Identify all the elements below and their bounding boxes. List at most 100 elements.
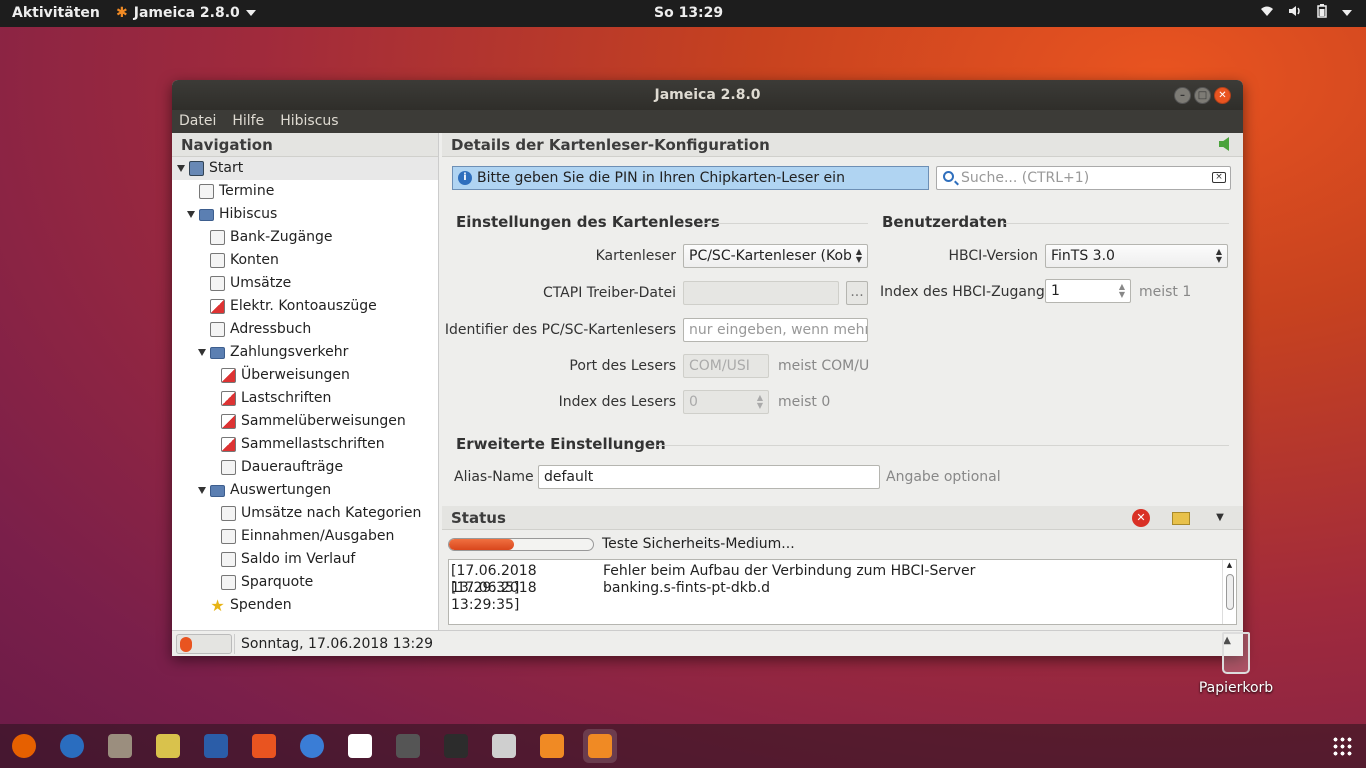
- clear-icon[interactable]: ×: [1212, 172, 1226, 183]
- dock-app[interactable]: [343, 729, 377, 763]
- reader-section-title: Einstellungen des Kartenlesers: [456, 213, 720, 231]
- nav-item-label: Konten: [230, 252, 279, 268]
- expand-triangle-icon[interactable]: [198, 487, 206, 494]
- log-time: [17.06.2018 13:29:35]: [451, 563, 537, 596]
- status-title: Status: [451, 509, 506, 527]
- hbci-index-spinner[interactable]: 1 ▲ ▼: [1045, 279, 1131, 303]
- jameica-icon: [540, 734, 564, 758]
- pdf-statement-icon: [210, 299, 225, 314]
- nav-item[interactable]: Einnahmen/Ausgaben: [209, 525, 394, 548]
- thunderbird-icon: [60, 734, 84, 758]
- kartenleser-select[interactable]: PC/SC-Kartenleser (Kob ▲ ▼: [683, 244, 868, 268]
- identifier-input[interactable]: nur eingeben, wenn mehrer: [683, 318, 868, 342]
- nav-item[interactable]: Zahlungsverkehr: [198, 341, 348, 364]
- rhythmbox-icon: [156, 734, 180, 758]
- nav-item-label: Umsätze nach Kategorien: [241, 505, 422, 521]
- hbci-index-hint: meist 1: [1139, 284, 1192, 300]
- nav-item[interactable]: Sammelüberweisungen: [209, 410, 406, 433]
- monitor-icon: [189, 161, 204, 176]
- back-arrow-icon[interactable]: [1219, 137, 1229, 151]
- window-titlebar[interactable]: Jameica 2.8.0 – □ ✕: [172, 80, 1243, 110]
- nav-item[interactable]: Überweisungen: [209, 364, 350, 387]
- nav-item[interactable]: Start: [172, 157, 438, 180]
- nav-item[interactable]: Adressbuch: [198, 318, 311, 341]
- nav-item[interactable]: Elektr. Kontoauszüge: [198, 295, 377, 318]
- status-log[interactable]: [17.06.2018 13:29:35] Fehler beim Aufbau…: [448, 559, 1237, 625]
- nav-item[interactable]: Auswertungen: [198, 479, 331, 502]
- nav-item[interactable]: Hibiscus: [187, 203, 277, 226]
- clear-log-icon[interactable]: ✕: [1132, 509, 1150, 527]
- reader-index-spinner[interactable]: 0 ▲ ▼: [683, 390, 769, 414]
- nav-item[interactable]: Saldo im Verlauf: [209, 548, 355, 571]
- clock[interactable]: So 13:29: [654, 5, 723, 21]
- nav-item[interactable]: Umsätze: [198, 272, 291, 295]
- dock: [0, 724, 1366, 768]
- status-header: Status ✕ ▼: [442, 506, 1243, 530]
- calendar-icon: [199, 184, 214, 199]
- nav-item[interactable]: Umsätze nach Kategorien: [209, 502, 421, 525]
- scroll-up-icon[interactable]: ▲: [1223, 560, 1236, 570]
- help-icon: [300, 734, 324, 758]
- nav-item-label: Adressbuch: [230, 321, 312, 337]
- dock-app[interactable]: [247, 729, 281, 763]
- dock-app[interactable]: [103, 729, 137, 763]
- details-panel: Details der Kartenleser-Konfiguration i …: [442, 133, 1243, 503]
- dock-app[interactable]: [151, 729, 185, 763]
- hbci-version-select[interactable]: FinTS 3.0 ▲ ▼: [1045, 244, 1228, 268]
- ctapi-browse-button[interactable]: ...: [846, 281, 868, 305]
- expand-triangle-icon[interactable]: [177, 165, 185, 172]
- dock-app[interactable]: [55, 729, 89, 763]
- maximize-button[interactable]: □: [1194, 87, 1211, 104]
- dock-app[interactable]: [535, 729, 569, 763]
- alias-input[interactable]: default: [538, 465, 880, 489]
- log-time: [17.06.2018 13:29:35]: [451, 580, 537, 613]
- activities-button[interactable]: Aktivitäten: [12, 5, 100, 21]
- show-apps-icon[interactable]: [1332, 736, 1352, 756]
- nav-item[interactable]: Termine: [187, 180, 274, 203]
- nav-item[interactable]: Bank-Zugänge: [198, 226, 333, 249]
- app-menu[interactable]: ✱ Jameica 2.8.0: [116, 5, 256, 21]
- info-message: i Bitte geben Sie die PIN in Ihren Chipk…: [452, 166, 929, 190]
- minimize-button[interactable]: –: [1174, 87, 1191, 104]
- ctapi-field[interactable]: [683, 281, 839, 305]
- nav-item[interactable]: Sparquote: [209, 571, 313, 594]
- hbci-index-value: 1: [1051, 283, 1060, 299]
- scrollbar-thumb[interactable]: [1226, 574, 1234, 610]
- nav-item[interactable]: Sammellastschriften: [209, 433, 385, 456]
- menu-hibiscus[interactable]: Hibiscus: [280, 110, 338, 133]
- collapse-icon[interactable]: ▼: [1211, 509, 1229, 527]
- reader-index-label: Index des Lesers: [558, 394, 676, 410]
- system-tray[interactable]: [1260, 4, 1352, 22]
- nav-item[interactable]: Daueraufträge: [209, 456, 343, 479]
- expand-triangle-icon[interactable]: [198, 349, 206, 356]
- menu-hilfe[interactable]: Hilfe: [232, 110, 264, 133]
- activity-indicator[interactable]: [176, 634, 232, 654]
- search-input[interactable]: Suche... (CTRL+1) ×: [936, 166, 1231, 190]
- dock-app[interactable]: [7, 729, 41, 763]
- port-input[interactable]: COM/USI: [683, 354, 769, 378]
- dock-app[interactable]: [487, 729, 521, 763]
- menu-datei[interactable]: Datei: [179, 110, 216, 133]
- nav-item[interactable]: Konten: [198, 249, 279, 272]
- dock-app[interactable]: [439, 729, 473, 763]
- nav-item-label: Einnahmen/Ausgaben: [241, 528, 395, 544]
- log-scrollbar[interactable]: ▲: [1222, 560, 1236, 624]
- nav-item[interactable]: ★ Spenden: [198, 594, 291, 617]
- folder-icon: [199, 208, 214, 221]
- nav-item[interactable]: Lastschriften: [209, 387, 331, 410]
- advanced-section-divider: [657, 445, 1229, 446]
- alias-hint: Angabe optional: [886, 469, 1001, 485]
- open-folder-icon[interactable]: [1172, 512, 1190, 525]
- dock-app[interactable]: [199, 729, 233, 763]
- dock-app[interactable]: [583, 729, 617, 763]
- account-icon: [210, 253, 225, 268]
- dock-app[interactable]: [391, 729, 425, 763]
- expand-triangle-icon[interactable]: [187, 211, 195, 218]
- close-button[interactable]: ✕: [1214, 87, 1231, 104]
- dock-app[interactable]: [295, 729, 329, 763]
- trash-desktop-item[interactable]: Papierkorb: [1196, 632, 1276, 696]
- status-bar: Sonntag, 17.06.2018 13:29 ▲: [172, 630, 1243, 656]
- standing-order-icon: [221, 460, 236, 475]
- terminal-icon: [444, 734, 468, 758]
- progress-label: Teste Sicherheits-Medium...: [602, 536, 795, 552]
